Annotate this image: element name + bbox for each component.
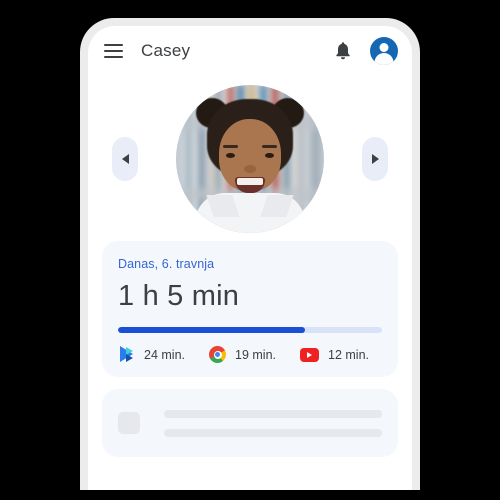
hamburger-line bbox=[104, 44, 123, 46]
phone-screen: Casey Danas, 6. travnja 1 h 5 min 24 min… bbox=[88, 26, 412, 490]
screen-time-card[interactable]: Danas, 6. travnja 1 h 5 min 24 min. 19 m… bbox=[102, 241, 398, 377]
child-profile-photo[interactable] bbox=[176, 84, 324, 233]
teeth bbox=[237, 177, 263, 185]
hamburger-line bbox=[104, 50, 123, 52]
left-triangle bbox=[121, 153, 129, 164]
total-screen-time: 1 h 5 min bbox=[118, 280, 240, 312]
usage-date-label: Danas, 6. travnja bbox=[118, 257, 215, 271]
placeholder-lines bbox=[164, 409, 382, 437]
screen-time-progress-bar bbox=[118, 327, 382, 333]
app-usage-time: 12 min. bbox=[328, 347, 369, 362]
app-usage-time: 24 min. bbox=[144, 347, 185, 362]
account-avatar-icon[interactable] bbox=[370, 37, 398, 65]
eye-left bbox=[226, 152, 235, 158]
app-usage-item[interactable]: 19 min. bbox=[209, 346, 276, 363]
play-bottom bbox=[126, 354, 133, 362]
chevron-left-icon[interactable] bbox=[112, 136, 138, 181]
notification-bell-icon[interactable] bbox=[332, 39, 354, 63]
app-usage-time: 19 min. bbox=[235, 347, 276, 362]
placeholder-line bbox=[164, 428, 382, 437]
youtube-play-triangle bbox=[307, 351, 312, 358]
placeholder-line bbox=[164, 409, 382, 418]
card-area: Danas, 6. travnja 1 h 5 min 24 min. 19 m… bbox=[88, 241, 412, 457]
hamburger-menu-icon[interactable] bbox=[104, 44, 123, 58]
app-usage-item[interactable]: 12 min. bbox=[300, 347, 369, 362]
avatar-head bbox=[379, 43, 389, 52]
hamburger-line bbox=[104, 56, 123, 58]
google-chrome-icon bbox=[209, 346, 226, 363]
page-title: Casey bbox=[141, 41, 191, 60]
loading-placeholder-card bbox=[102, 389, 398, 457]
profile-carousel bbox=[88, 76, 412, 241]
app-usage-list: 24 min. 19 min. 12 min. bbox=[118, 346, 382, 363]
chevron-right-icon[interactable] bbox=[362, 136, 388, 181]
nose bbox=[244, 164, 256, 173]
placeholder-thumbnail bbox=[118, 412, 140, 434]
google-play-icon bbox=[118, 346, 135, 363]
eye-right bbox=[265, 152, 274, 158]
progress-fill bbox=[118, 327, 306, 333]
avatar-body bbox=[374, 53, 394, 65]
youtube-icon bbox=[300, 347, 319, 362]
phone-frame: Casey Danas, 6. travnja 1 h 5 min 24 min… bbox=[80, 18, 420, 490]
eyebrow-right bbox=[262, 144, 277, 148]
app-bar: Casey bbox=[88, 26, 412, 76]
app-usage-item[interactable]: 24 min. bbox=[118, 346, 185, 363]
eyebrow-left bbox=[223, 144, 238, 148]
right-triangle bbox=[371, 153, 379, 164]
